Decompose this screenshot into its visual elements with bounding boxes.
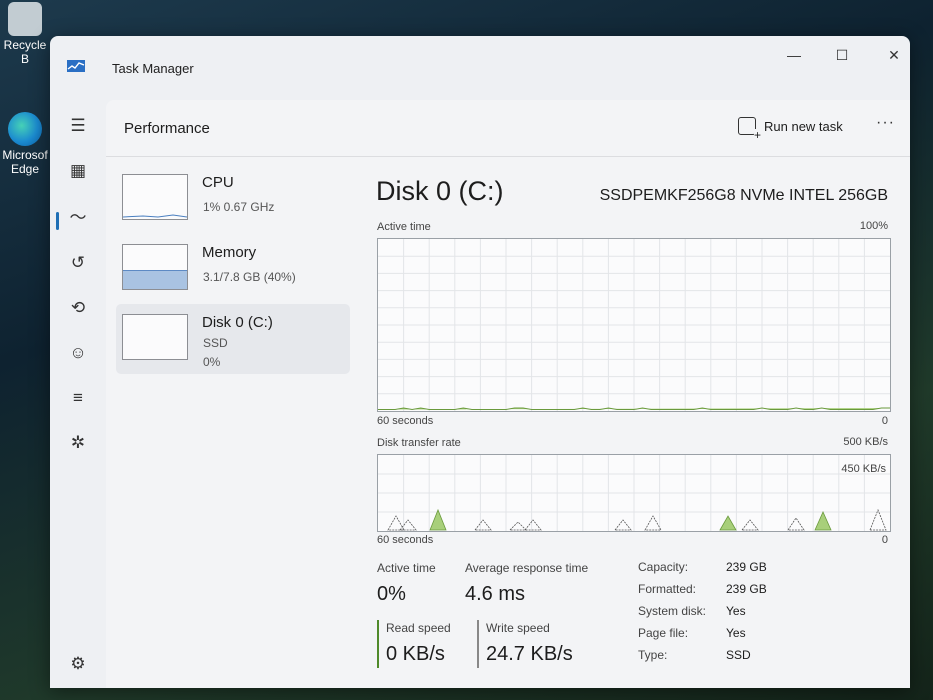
disk-title: Disk 0 (C:) <box>376 176 504 206</box>
settings-gear-icon[interactable]: ⚙ <box>64 650 92 678</box>
more-options-button[interactable]: ··· <box>876 114 895 132</box>
hamburger-menu-icon[interactable]: ☰ <box>64 112 92 140</box>
transfer-spike <box>787 517 805 531</box>
transfer-spike <box>509 521 527 531</box>
cpu-usage-text: 1% 0.67 GHz <box>203 200 275 214</box>
transfer-rate-right-label: 0 <box>881 534 888 546</box>
run-task-icon <box>738 117 762 141</box>
disk-type-text: SSD <box>203 336 228 350</box>
startup-apps-icon[interactable]: ⟲ <box>64 294 92 322</box>
avg-response-stat-value: 4.6 ms <box>465 583 526 605</box>
type-label: Type: <box>638 648 668 662</box>
disk-usage-text: 0% <box>203 355 221 369</box>
task-manager-window: Task Manager — ☐ ✕ ☰ ▦ 〜 ↺ ⟲ ☺ ≡ ✲ ⚙ Per… <box>50 36 910 688</box>
services-icon[interactable]: ✲ <box>64 429 92 457</box>
write-speed-indicator <box>477 620 479 668</box>
active-time-right-label: 0 <box>881 415 888 427</box>
maximize-button[interactable]: ☐ <box>824 44 860 66</box>
memory-thumbnail-graph <box>122 244 188 290</box>
recycle-bin-desktop-icon[interactable]: Recycle B <box>0 2 50 66</box>
avg-response-stat-label: Average response time <box>465 561 589 575</box>
title-bar[interactable]: Task Manager — ☐ ✕ <box>50 36 910 90</box>
system-disk-value: Yes <box>726 604 746 618</box>
app-history-icon[interactable]: ↺ <box>64 249 92 277</box>
memory-name: Memory <box>202 244 257 261</box>
active-nav-indicator <box>56 212 59 230</box>
read-speed-value: 0 KB/s <box>386 643 445 665</box>
transfer-spike <box>741 519 759 531</box>
resource-item-memory[interactable]: Memory 3.1/7.8 GB (40%) <box>116 234 350 304</box>
navigation-rail: ☰ ▦ 〜 ↺ ⟲ ☺ ≡ ✲ ⚙ <box>50 100 106 688</box>
read-speed-label: Read speed <box>386 621 451 635</box>
cpu-name: CPU <box>202 174 234 191</box>
disk-detail-pane: Disk 0 (C:) SSDPEMKF256G8 NVMe INTEL 256… <box>368 164 896 688</box>
transfer-rate-graph-label: Disk transfer rate <box>377 437 461 449</box>
avg-response-stat: Average response time 4.6 ms <box>465 561 588 606</box>
capacity-value: 239 GB <box>726 560 767 574</box>
active-time-stat-label: Active time <box>377 561 436 575</box>
recycle-bin-label: Recycle B <box>3 38 47 66</box>
disk-model: SSDPEMKF256G8 NVMe INTEL 256GB <box>599 187 888 204</box>
transfer-rate-graph: 450 KB/s <box>377 454 891 532</box>
edge-label-line2: Edge <box>10 162 40 176</box>
processes-icon[interactable]: ▦ <box>64 157 92 185</box>
resource-item-cpu[interactable]: CPU 1% 0.67 GHz <box>116 164 350 234</box>
transfer-spike <box>399 519 417 531</box>
memory-usage-text: 3.1/7.8 GB (40%) <box>203 270 296 284</box>
transfer-spike <box>429 508 447 531</box>
read-speed-stat: Read speed 0 KB/s <box>386 621 451 666</box>
users-icon[interactable]: ☺ <box>64 339 92 367</box>
cpu-thumbnail-graph <box>122 174 188 220</box>
memory-usage-fill <box>123 270 187 289</box>
write-speed-stat: Write speed 24.7 KB/s <box>486 621 573 666</box>
transfer-spike <box>719 515 737 531</box>
system-disk-label: System disk: <box>638 604 707 618</box>
write-speed-label: Write speed <box>486 621 550 635</box>
page-file-label: Page file: <box>638 626 689 640</box>
recycle-bin-icon <box>8 2 42 36</box>
transfer-spike <box>474 519 492 531</box>
active-time-stat: Active time 0% <box>377 561 436 606</box>
transfer-rate-graph-svg <box>378 455 890 531</box>
active-time-max-label: 100% <box>859 220 888 232</box>
disk-name: Disk 0 (C:) <box>202 314 273 331</box>
transfer-spike <box>644 515 662 531</box>
disk-thumbnail-graph <box>122 314 188 360</box>
write-speed-value: 24.7 KB/s <box>486 643 573 665</box>
transfer-rate-left-label: 60 seconds <box>377 534 434 546</box>
capacity-label: Capacity: <box>638 560 689 574</box>
active-time-stat-value: 0% <box>377 583 406 605</box>
active-time-graph-label: Active time <box>377 221 431 233</box>
transfer-spike <box>814 511 832 531</box>
active-time-graph <box>377 238 891 412</box>
performance-icon[interactable]: 〜 <box>64 204 92 232</box>
resource-item-disk0[interactable]: Disk 0 (C:) SSD 0% <box>116 304 350 374</box>
transfer-rate-inner-label: 450 KB/s <box>841 463 886 475</box>
window-title: Task Manager <box>112 61 194 76</box>
main-content: Performance Run new task ··· CPU 1% 0.67… <box>106 100 910 688</box>
page-header: Performance Run new task ··· <box>106 100 910 157</box>
run-new-task-button[interactable]: Run new task <box>738 114 843 141</box>
transfer-spike <box>387 515 405 531</box>
page-title: Performance <box>124 120 210 137</box>
edge-label-line1: Microsof <box>2 148 48 162</box>
task-manager-app-icon <box>67 60 85 72</box>
page-file-value: Yes <box>726 626 746 640</box>
active-time-graph-svg <box>378 239 890 411</box>
run-new-task-label: Run new task <box>764 118 843 134</box>
edge-desktop-icon[interactable]: Microsof Edge <box>0 112 50 176</box>
read-speed-indicator <box>377 620 379 668</box>
transfer-rate-max-label: 500 KB/s <box>843 436 888 448</box>
formatted-value: 239 GB <box>726 582 767 596</box>
type-value: SSD <box>726 648 751 662</box>
transfer-spike <box>524 519 542 531</box>
close-button[interactable]: ✕ <box>876 44 910 66</box>
details-icon[interactable]: ≡ <box>64 384 92 412</box>
edge-icon <box>8 112 42 146</box>
formatted-label: Formatted: <box>638 582 697 596</box>
transfer-spike <box>869 508 887 531</box>
transfer-spike <box>614 519 632 531</box>
minimize-button[interactable]: — <box>776 44 812 66</box>
active-time-left-label: 60 seconds <box>377 415 434 427</box>
